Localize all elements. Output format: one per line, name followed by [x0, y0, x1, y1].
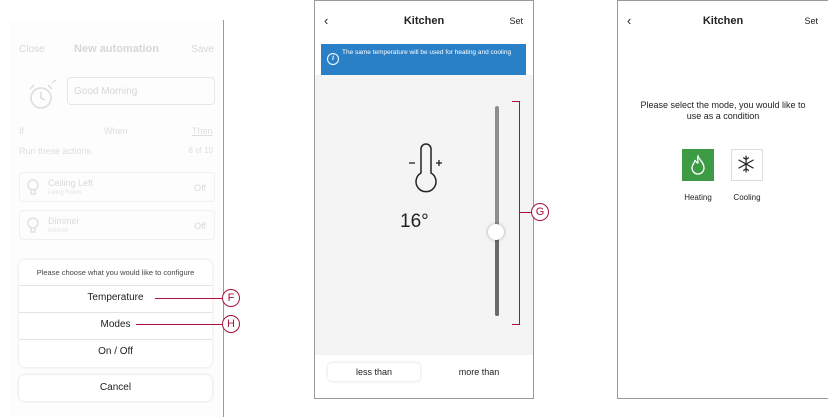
- device-card-ceiling-left[interactable]: Ceiling Left Living Room Off: [19, 172, 215, 202]
- info-banner-text: The same temperature will be used for he…: [342, 49, 512, 56]
- heating-mode-button[interactable]: [682, 149, 714, 181]
- callout-f: F: [222, 289, 240, 307]
- callout-h: H: [222, 315, 240, 333]
- set-button[interactable]: Set: [804, 16, 818, 26]
- snowflake-icon: [738, 155, 754, 173]
- device-name: Ceiling Left: [48, 178, 94, 188]
- device-name: Dimmer: [48, 216, 80, 226]
- mode-prompt: Please select the mode, you would like t…: [640, 100, 806, 121]
- temperature-screen: ‹ Kitchen Set i The same temperature wil…: [314, 0, 534, 399]
- automation-name-field[interactable]: Good Morning: [67, 77, 215, 105]
- info-icon: i: [327, 53, 339, 65]
- slider-fill: [495, 232, 499, 316]
- header: Close New automation Save: [10, 20, 223, 78]
- less-than-button[interactable]: less than: [328, 363, 420, 381]
- slider-handle[interactable]: [488, 224, 504, 240]
- flame-icon: [691, 154, 705, 175]
- tab-if[interactable]: If: [19, 126, 24, 136]
- thermometer-icon: [409, 143, 442, 193]
- cooling-label: Cooling: [733, 193, 761, 202]
- save-button[interactable]: Save: [191, 44, 214, 55]
- option-on-off[interactable]: On / Off: [19, 339, 212, 364]
- callout-line-h: [136, 324, 223, 325]
- alarm-clock-icon[interactable]: [24, 79, 58, 113]
- set-button[interactable]: Set: [509, 16, 523, 26]
- temperature-slider[interactable]: [495, 106, 499, 316]
- bulb-icon: [27, 179, 39, 195]
- actions-title: Run these actions: [19, 146, 92, 156]
- slider-bracket: [512, 101, 520, 325]
- page-title: Kitchen: [702, 15, 744, 27]
- actions-count: 8 of 10: [188, 146, 213, 155]
- more-than-button[interactable]: more than: [433, 363, 525, 381]
- device-state: Off: [194, 183, 206, 193]
- info-banner: i The same temperature will be used for …: [321, 44, 526, 75]
- device-room: Kitchen: [48, 228, 69, 234]
- device-card-dimmer[interactable]: Dimmer Kitchen Off: [19, 210, 215, 240]
- automation-screen: Close New automation Save Good Morning I…: [10, 20, 224, 417]
- callout-g: G: [531, 203, 549, 221]
- cooling-mode-button[interactable]: [731, 149, 763, 181]
- mode-screen: ‹ Kitchen Set Please select the mode, yo…: [617, 0, 828, 399]
- callout-line-f: [155, 298, 223, 299]
- configure-prompt: Please choose what you would like to con…: [36, 268, 195, 277]
- cancel-button[interactable]: Cancel: [19, 375, 212, 401]
- device-room: Living Room: [48, 190, 82, 196]
- temperature-value: 16°: [400, 211, 429, 232]
- configure-sheet: Please choose what you would like to con…: [19, 260, 212, 367]
- device-state: Off: [194, 221, 206, 231]
- tab-then[interactable]: Then: [192, 126, 213, 136]
- page-title: Kitchen: [403, 15, 445, 27]
- heating-label: Heating: [684, 193, 712, 202]
- bulb-icon: [27, 217, 39, 233]
- tab-when[interactable]: When: [104, 126, 128, 136]
